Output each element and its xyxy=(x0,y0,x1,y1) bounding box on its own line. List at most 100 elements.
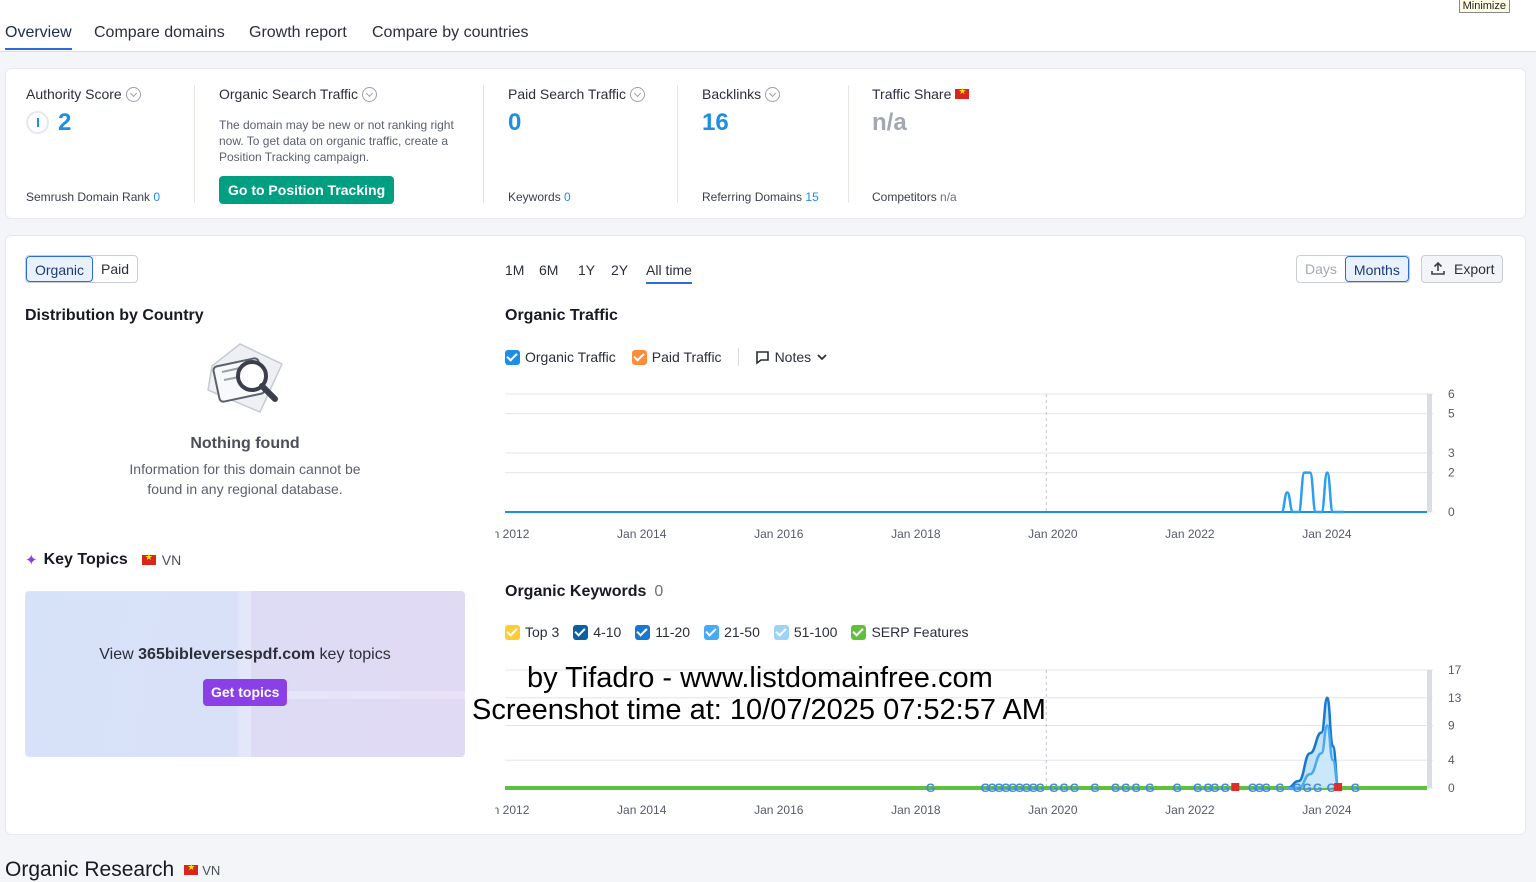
serp-feature-google-icon[interactable]: G xyxy=(1049,781,1058,795)
legend-51-100[interactable]: 51-100 xyxy=(773,624,837,640)
organic-traffic-chart[interactable]: 0 2 3 5 6 Jan 2012 Jan 2014 Jan 2016 Jan 2018 Jan… xyxy=(495,382,1475,547)
range-2y[interactable]: 2Y xyxy=(611,262,628,278)
serp-feature-flag-icon[interactable] xyxy=(1231,783,1240,791)
x-tick-label: Jan 2020 xyxy=(1028,803,1078,817)
serp-feature-flag-icon[interactable] xyxy=(1334,783,1343,791)
sparkle-icon: ✦ xyxy=(25,552,38,569)
authority-score-label: Authority Score xyxy=(26,86,141,102)
paid-keywords-label: Keywords xyxy=(508,190,561,204)
legend-top3[interactable]: Top 3 xyxy=(505,624,559,640)
serp-feature-google-icon[interactable]: G xyxy=(1121,781,1130,795)
blurred-topic xyxy=(251,591,465,691)
serp-feature-google-icon[interactable]: G xyxy=(1131,781,1140,795)
blurred-topic xyxy=(251,699,465,757)
y-tick-label: 6 xyxy=(1448,387,1455,401)
days-toggle[interactable]: Days xyxy=(1297,256,1345,282)
serp-feature-google-icon[interactable]: G xyxy=(1210,781,1219,795)
serp-feature-google-icon[interactable]: G xyxy=(1313,781,1322,795)
checkbox-icon xyxy=(573,624,589,640)
serp-feature-google-icon[interactable]: G xyxy=(1303,781,1312,795)
range-6m[interactable]: 6M xyxy=(539,262,558,278)
notes-label: Notes xyxy=(774,349,812,365)
legend-4-10-label: 4-10 xyxy=(593,624,622,640)
paid-keywords-value[interactable]: 0 xyxy=(564,190,571,204)
traffic-share-title: Traffic Share xyxy=(872,86,952,102)
organic-keywords-header: Organic Keywords 0 xyxy=(505,583,663,601)
tab-compare-domains[interactable]: Compare domains xyxy=(94,22,225,50)
y-tick-label: 5 xyxy=(1448,407,1455,421)
scroll-handle[interactable] xyxy=(1427,670,1432,788)
range-1y[interactable]: 1Y xyxy=(578,262,595,278)
legend-serp-label: SERP Features xyxy=(871,624,969,640)
serp-feature-google-icon[interactable]: G xyxy=(1070,781,1079,795)
key-topics-title: Key Topics xyxy=(43,551,128,568)
serp-feature-google-icon[interactable]: G xyxy=(1275,781,1284,795)
export-button[interactable]: Export xyxy=(1421,255,1504,283)
serp-feature-google-icon[interactable]: G xyxy=(1145,781,1154,795)
legend-21-50[interactable]: 21-50 xyxy=(704,624,760,640)
legend-paid-label: Paid Traffic xyxy=(651,349,722,365)
legend-11-20[interactable]: 11-20 xyxy=(635,624,690,640)
backlinks-value[interactable]: 16 xyxy=(702,109,729,137)
data-point xyxy=(1326,696,1329,699)
paid-traffic-value[interactable]: 0 xyxy=(508,109,521,137)
help-icon[interactable] xyxy=(125,86,141,102)
legend-organic-label: Organic Traffic xyxy=(525,349,616,365)
help-icon[interactable] xyxy=(362,86,378,102)
range-all-time[interactable]: All time xyxy=(646,262,692,284)
legend-organic-traffic[interactable]: Organic Traffic xyxy=(505,349,616,365)
referring-domains-value[interactable]: 15 xyxy=(805,190,818,204)
x-tick-label: Jan 2014 xyxy=(617,803,667,817)
view-prefix: View xyxy=(99,646,139,663)
organic-research-header: Organic Research VN xyxy=(5,858,220,882)
y-tick-label: 0 xyxy=(1448,781,1455,795)
help-icon[interactable] xyxy=(630,86,646,102)
serp-feature-google-icon[interactable]: G xyxy=(1292,781,1301,795)
serp-feature-google-icon[interactable]: G xyxy=(1220,781,1229,795)
serp-feature-google-icon[interactable]: G xyxy=(1172,781,1181,795)
notes-dropdown[interactable]: Notes xyxy=(755,349,829,365)
serp-feature-google-icon[interactable]: G xyxy=(1262,781,1271,795)
legend-paid-traffic[interactable]: Paid Traffic xyxy=(631,349,722,365)
range-1m[interactable]: 1M xyxy=(505,262,524,278)
y-tick-label: 13 xyxy=(1448,691,1462,705)
checkbox-icon xyxy=(631,349,647,365)
get-topics-button[interactable]: Get topics xyxy=(203,679,288,706)
serp-feature-google-icon[interactable]: G xyxy=(926,781,935,795)
authority-score-title: Authority Score xyxy=(26,86,122,102)
domain-rank-value[interactable]: 0 xyxy=(153,190,160,204)
serp-feature-google-icon[interactable]: G xyxy=(1035,781,1044,795)
x-tick-label: Jan 2024 xyxy=(1302,803,1352,817)
data-point xyxy=(1286,491,1289,494)
divider xyxy=(848,85,849,203)
top-bar xyxy=(0,0,1536,20)
minimize-button[interactable]: Minimize xyxy=(1458,0,1510,13)
paid-toggle[interactable]: Paid xyxy=(93,256,137,282)
organic-toggle[interactable]: Organic xyxy=(26,256,94,282)
serp-feature-google-icon[interactable]: G xyxy=(1111,781,1120,795)
tab-growth-report[interactable]: Growth report xyxy=(249,22,347,50)
legend-serp-features[interactable]: SERP Features xyxy=(851,624,968,640)
months-toggle[interactable]: Months xyxy=(1344,256,1409,282)
serp-feature-google-icon[interactable]: G xyxy=(1351,781,1360,795)
authority-gauge-icon xyxy=(26,111,49,134)
organic-research-country: VN xyxy=(202,862,221,878)
export-label: Export xyxy=(1454,261,1495,277)
serp-feature-google-icon[interactable]: G xyxy=(1090,781,1099,795)
legend-4-10[interactable]: 4-10 xyxy=(573,624,621,640)
x-tick-label: Jan 2018 xyxy=(891,527,941,541)
y-tick-label: 4 xyxy=(1448,753,1455,767)
tab-compare-by-countries[interactable]: Compare by countries xyxy=(372,22,529,50)
serp-feature-google-icon[interactable]: G xyxy=(1059,781,1068,795)
help-icon[interactable] xyxy=(765,86,781,102)
watermark-line-1: by Tifadro - www.listdomainfree.com xyxy=(527,662,993,694)
data-point xyxy=(1320,731,1323,734)
organic-research-title: Organic Research xyxy=(5,858,175,881)
scroll-handle[interactable] xyxy=(1427,394,1432,512)
legend-11-20-label: 11-20 xyxy=(655,624,691,640)
tab-overview[interactable]: Overview xyxy=(5,22,72,50)
data-point xyxy=(1337,511,1340,513)
data-point xyxy=(1286,787,1289,789)
serp-feature-google-icon[interactable]: G xyxy=(1193,781,1202,795)
go-to-position-tracking-button[interactable]: Go to Position Tracking xyxy=(219,176,395,204)
